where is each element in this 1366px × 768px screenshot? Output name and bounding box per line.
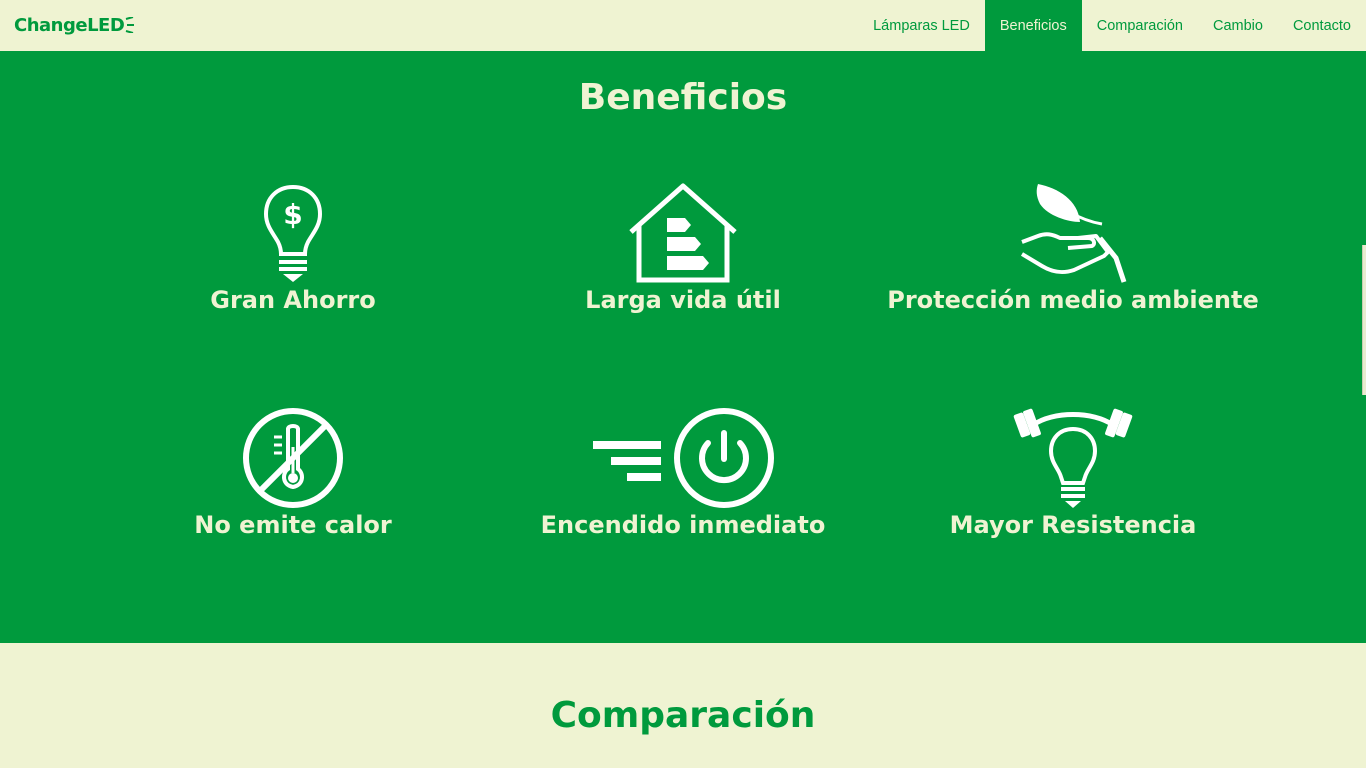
- benefit-label: Mayor Resistencia: [949, 511, 1197, 539]
- nav-item-beneficios[interactable]: Beneficios: [984, 0, 1082, 51]
- comparison-section: Comparación: [0, 643, 1366, 768]
- benefit-label: Larga vida útil: [585, 286, 781, 314]
- strong-bulb-icon: [878, 407, 1268, 509]
- energy-house-icon: [488, 182, 878, 284]
- nav-item-cambio[interactable]: Cambio: [1198, 0, 1278, 51]
- nav-item-lamparas-led[interactable]: Lámparas LED: [858, 0, 985, 51]
- svg-text:$: $: [283, 198, 302, 231]
- benefit-label: Gran Ahorro: [210, 286, 376, 314]
- power-icon: [488, 407, 878, 509]
- nav-item-comparacion[interactable]: Comparación: [1082, 0, 1198, 51]
- no-heat-thermometer-icon: [98, 407, 488, 509]
- benefits-title: Beneficios: [578, 77, 788, 118]
- logo-text: ChangeLED: [14, 14, 125, 36]
- navbar: ChangeLED Lámparas LED Beneficios Compar…: [0, 0, 1366, 51]
- nav-item-contacto[interactable]: Contacto: [1278, 0, 1366, 51]
- nav-menu: Lámparas LED Beneficios Comparación Camb…: [858, 0, 1366, 51]
- dollar-bulb-icon: $: [98, 184, 488, 284]
- logo-rays-icon: [126, 17, 135, 33]
- comparison-title: Comparación: [550, 695, 816, 736]
- leaf-hand-icon: [878, 182, 1268, 284]
- benefit-label: Encendido inmediato: [540, 511, 826, 539]
- benefits-section: Beneficios $ Gran Ahorro Larga vida útil…: [0, 51, 1366, 643]
- logo[interactable]: ChangeLED: [14, 12, 135, 38]
- benefit-label: No emite calor: [194, 511, 392, 539]
- scrollbar[interactable]: [1362, 245, 1366, 395]
- benefit-label: Protección medio ambiente: [887, 286, 1259, 314]
